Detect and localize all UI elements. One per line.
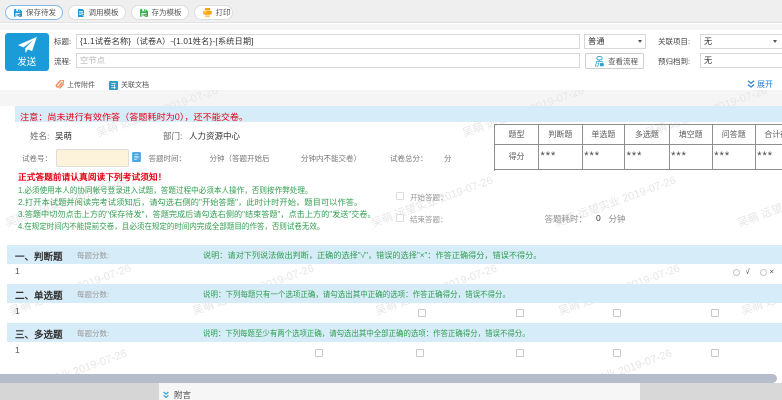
- svg-text:吴萌 远望实业 2019-07-26: 吴萌 远望实业 2019-07-26: [735, 173, 782, 230]
